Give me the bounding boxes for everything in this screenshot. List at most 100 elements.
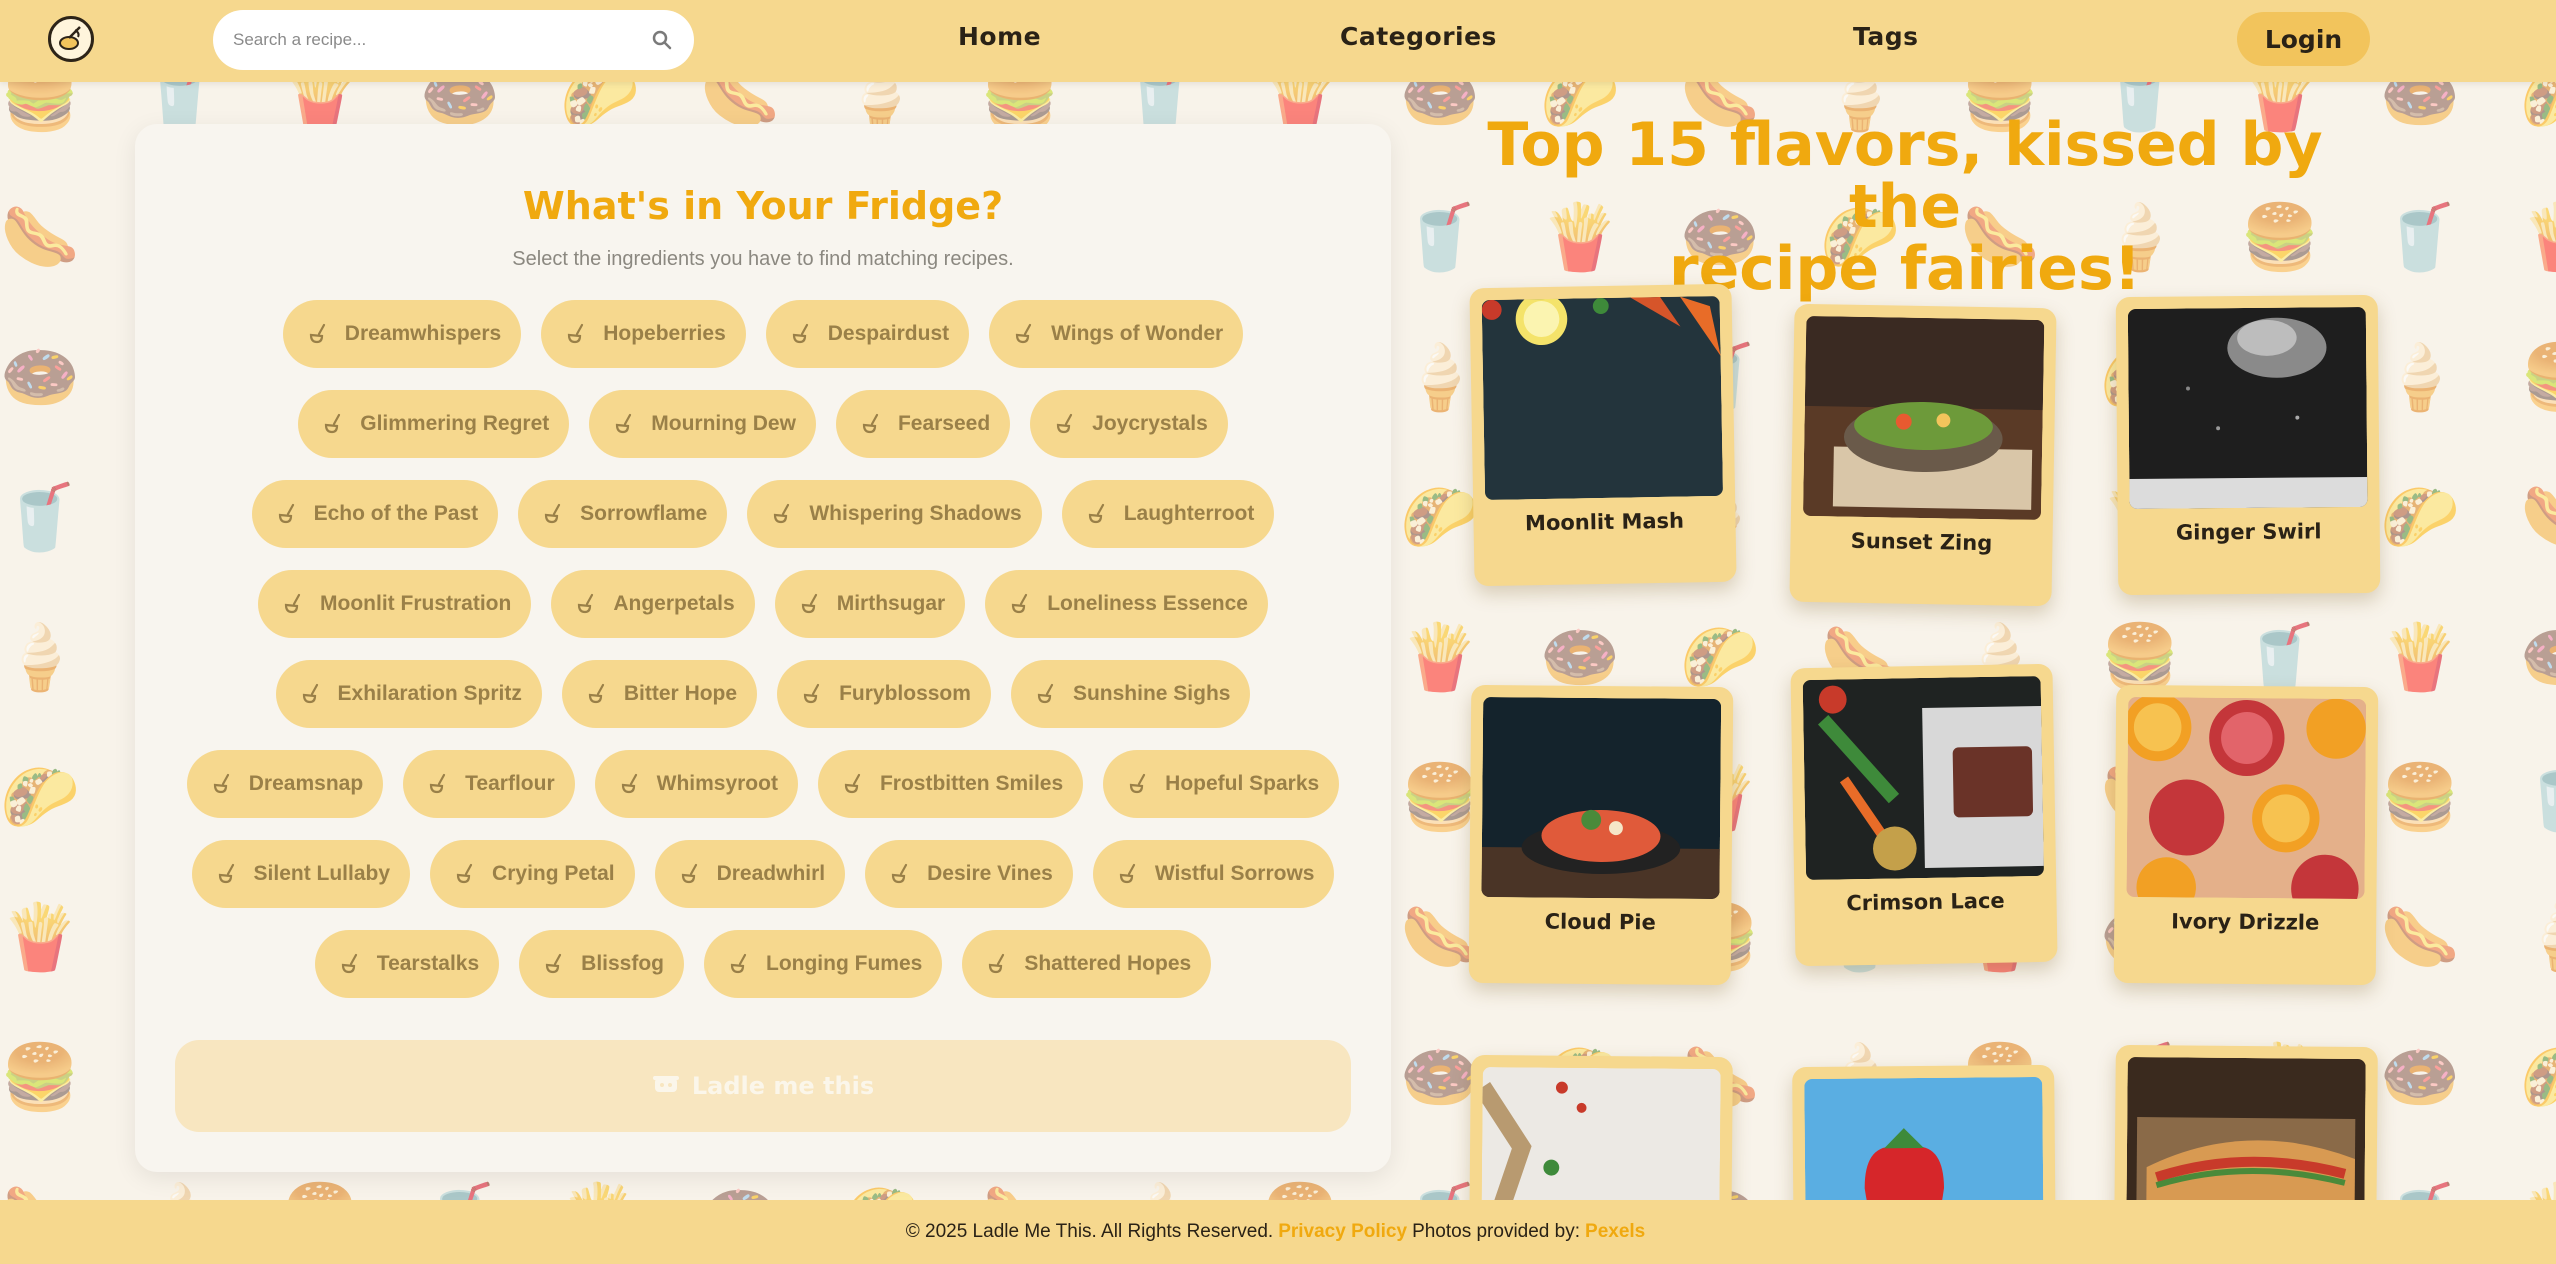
ingredient-chip[interactable]: Loneliness Essence — [985, 570, 1268, 638]
ladle-icon — [799, 592, 837, 616]
ingredient-chip[interactable]: Hopeful Sparks — [1103, 750, 1340, 818]
ingredient-chip[interactable]: Bitter Hope — [561, 660, 758, 728]
ingredient-chip[interactable]: Glimmering Regret — [298, 390, 570, 458]
search-input[interactable] — [233, 30, 650, 50]
ingredient-chip-row: Echo of the Past Sorrowflame Whispering Sh… — [135, 480, 1391, 548]
pattern-food-icon: 🍔 — [1400, 761, 1480, 835]
pattern-food-icon: 🍩 — [2520, 620, 2556, 695]
ingredient-chip-label: Glimmering Regret — [360, 412, 550, 435]
ladle-button-label: Ladle me this — [691, 1072, 875, 1100]
ingredient-chip[interactable]: Mourning Dew — [589, 390, 816, 458]
ingredient-chip[interactable]: Moonlit Frustration — [258, 570, 532, 638]
ingredient-chip[interactable]: Shattered Hopes — [962, 930, 1212, 998]
ladle-icon — [728, 952, 766, 976]
search-bar[interactable] — [213, 10, 694, 70]
ingredient-chip-label: Loneliness Essence — [1047, 592, 1248, 615]
ladle-icon — [276, 502, 314, 526]
ingredient-chip[interactable]: Desire Vines — [865, 840, 1073, 908]
ingredient-chip[interactable]: Dreamwhispers — [282, 300, 522, 368]
nav-home[interactable]: Home — [958, 22, 1041, 51]
ingredient-chip-label: Hopeful Sparks — [1165, 772, 1320, 795]
ingredient-chip[interactable]: Joycrystals — [1030, 390, 1228, 458]
nav-categories[interactable]: Categories — [1340, 22, 1497, 51]
ingredient-chip[interactable]: Laughterroot — [1061, 480, 1275, 548]
ladle-icon — [1009, 592, 1047, 616]
recipe-card[interactable]: Sunset Zing — [1789, 303, 2057, 607]
ingredient-chip[interactable]: Exhilaration Spritz — [275, 660, 542, 728]
recipe-card[interactable]: Cloud Pie — [1468, 684, 1734, 986]
recipe-photo — [1802, 675, 2045, 881]
ingredient-chip[interactable]: Furyblossom — [777, 660, 991, 728]
ladle-icon — [1117, 862, 1155, 886]
recipe-name: Moonlit Mash — [1524, 508, 1685, 536]
ingredient-chip[interactable]: Tearstalks — [314, 930, 500, 998]
recipe-card[interactable]: Ivory Drizzle — [2113, 684, 2379, 986]
ingredient-chip[interactable]: Crying Petal — [430, 840, 635, 908]
ingredient-chip[interactable]: Whispering Shadows — [747, 480, 1042, 548]
ladle-icon — [339, 952, 377, 976]
ingredient-chip-label: Mourning Dew — [651, 412, 796, 435]
pattern-food-icon: 🍟 — [2380, 621, 2460, 695]
ingredient-chip[interactable]: Silent Lullaby — [191, 840, 411, 908]
chef-whisk-icon[interactable] — [48, 16, 94, 62]
ingredient-chip[interactable]: Longing Fumes — [704, 930, 943, 998]
ladle-icon — [216, 862, 254, 886]
pattern-food-icon: 🍔 — [2380, 761, 2460, 835]
recipe-name: Sunset Zing — [1850, 528, 1993, 556]
ingredient-chip-label: Crying Petal — [492, 862, 615, 885]
pexels-link[interactable]: Pexels — [1585, 1221, 1645, 1243]
ladle-icon — [860, 412, 898, 436]
ingredient-chip-label: Whimsyroot — [656, 772, 778, 795]
ingredient-chip[interactable]: Sorrowflame — [518, 480, 728, 548]
ingredient-chip[interactable]: Hopeberries — [541, 300, 746, 368]
pattern-food-icon: 🍦 — [2380, 341, 2460, 415]
ingredient-chip[interactable]: Angerpetals — [551, 570, 755, 638]
ingredient-chip[interactable]: Dreadwhirl — [654, 840, 846, 908]
ingredient-selector-card: What's in Your Fridge? Select the ingred… — [135, 124, 1391, 1172]
ingredient-chip-label: Angerpetals — [613, 592, 735, 615]
ladle-icon — [1035, 682, 1073, 706]
ingredient-chip-label: Wings of Wonder — [1051, 322, 1224, 345]
ingredient-chip-label: Longing Fumes — [766, 952, 923, 975]
ingredient-chip-label: Fearseed — [897, 412, 991, 435]
recipe-card[interactable]: Ginger Swirl — [2115, 294, 2381, 596]
ingredient-chip-label: Despairdust — [827, 322, 950, 345]
pattern-food-icon: 🍩 — [1540, 621, 1620, 695]
ladle-icon — [211, 772, 249, 796]
ingredient-chip[interactable]: Whimsyroot — [594, 750, 798, 818]
pattern-food-icon: 🌮 — [0, 761, 80, 835]
pattern-food-icon: 🍟 — [2520, 200, 2556, 275]
ingredient-chip[interactable]: Wings of Wonder — [989, 300, 1244, 368]
ladle-icon — [790, 322, 828, 346]
ladle-me-this-button[interactable]: Ladle me this — [175, 1040, 1351, 1132]
pattern-food-icon: 🌮 — [2520, 1040, 2556, 1115]
recipe-card[interactable]: Crimson Lace — [1790, 663, 2058, 967]
ingredient-chip[interactable]: Blissfog — [519, 930, 684, 998]
pattern-food-icon: 🌮 — [1680, 621, 1760, 695]
privacy-policy-link[interactable]: Privacy Policy — [1278, 1221, 1407, 1243]
login-button[interactable]: Login — [2237, 12, 2370, 66]
ingredient-chip-row: Tearstalks Blissfog Longing Fumes Shattered… — [135, 930, 1391, 998]
recipe-photo — [2127, 306, 2368, 510]
ladle-icon — [1127, 772, 1165, 796]
ingredient-chip[interactable]: Sunshine Sighs — [1010, 660, 1251, 728]
ingredient-chip[interactable]: Wistful Sorrows — [1092, 840, 1335, 908]
pattern-food-icon: 🥤 — [0, 481, 80, 555]
ingredient-chip[interactable]: Dreamsnap — [186, 750, 384, 818]
fridge-title: What's in Your Fridge? — [522, 184, 1004, 228]
ingredient-chip[interactable]: Echo of the Past — [251, 480, 499, 548]
ingredient-chip[interactable]: Frostbitten Smiles — [817, 750, 1084, 818]
search-icon[interactable] — [650, 28, 674, 52]
ingredient-chip[interactable]: Despairdust — [765, 300, 970, 368]
ingredient-chip-label: Blissfog — [581, 952, 664, 975]
ingredient-chip-row: Moonlit Frustration Angerpetals Mirthsugar… — [135, 570, 1391, 638]
nav-tags[interactable]: Tags — [1853, 22, 1918, 51]
ingredient-chip[interactable]: Mirthsugar — [774, 570, 966, 638]
ingredient-chip-label: Whispering Shadows — [809, 502, 1022, 525]
ingredient-chip-row: Glimmering Regret Mourning Dew Fearseed Joy… — [135, 390, 1391, 458]
recipe-card[interactable]: Moonlit Mash — [1469, 283, 1737, 587]
top-navbar: Home Categories Tags Login — [0, 0, 2556, 82]
ingredient-chip[interactable]: Tearflour — [403, 750, 575, 818]
ingredient-chip[interactable]: Fearseed — [835, 390, 1011, 458]
pattern-food-icon: 🍩 — [2380, 1041, 2460, 1115]
